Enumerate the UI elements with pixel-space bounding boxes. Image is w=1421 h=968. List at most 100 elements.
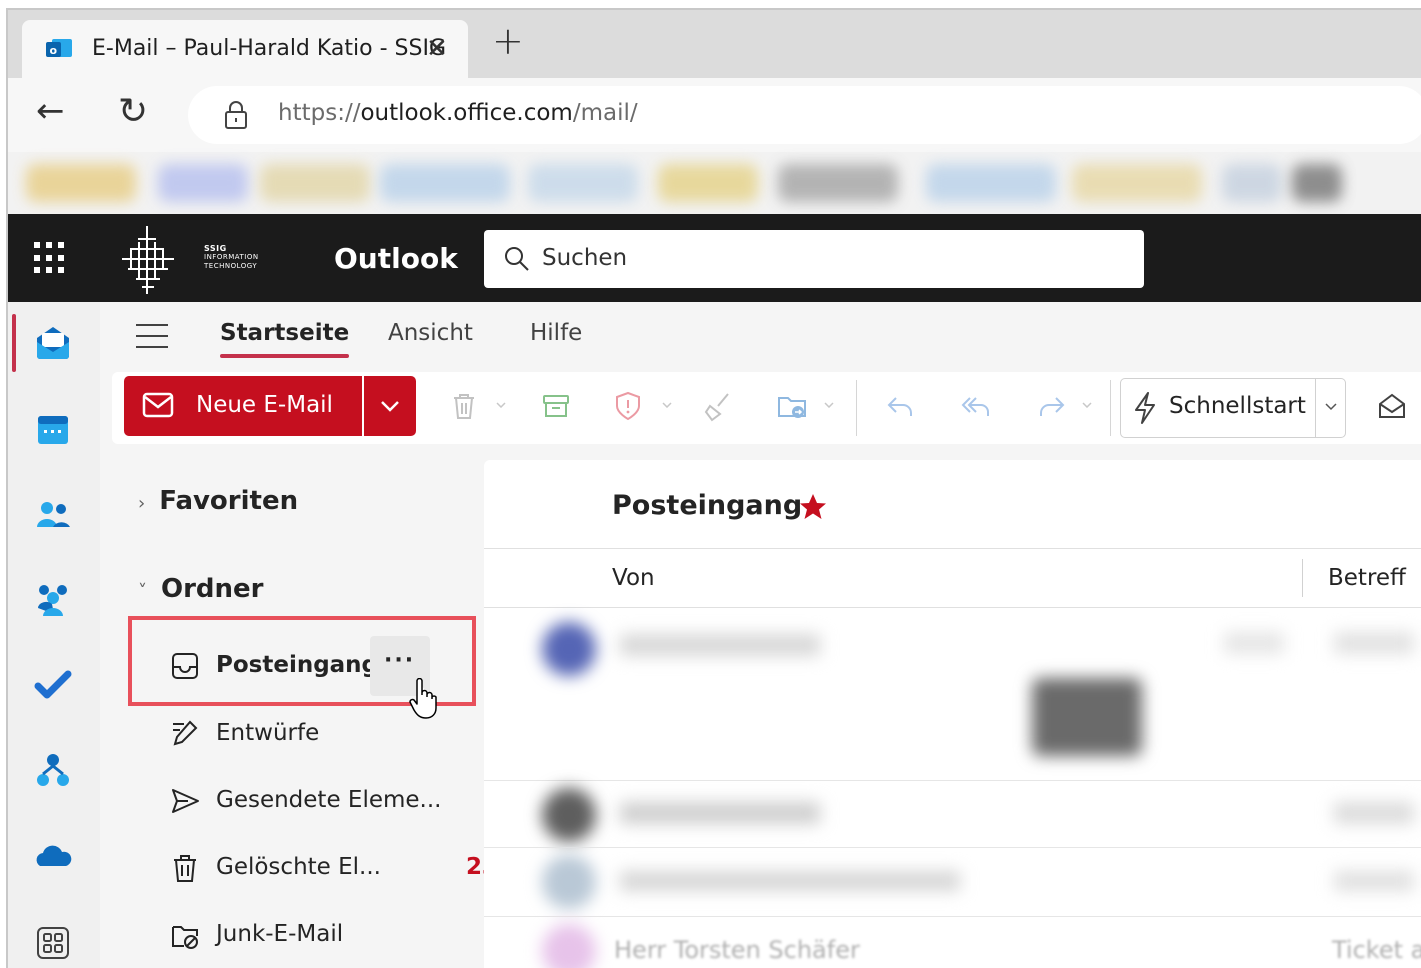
search-input[interactable]: Suchen <box>484 230 1144 288</box>
app-rail <box>8 302 100 968</box>
trash-icon <box>174 855 196 882</box>
lock-icon[interactable] <box>222 100 250 130</box>
bookmark-item[interactable] <box>528 164 638 202</box>
chevron-down-icon <box>381 401 399 412</box>
subject-text <box>1334 802 1414 824</box>
chevron-down-icon[interactable] <box>662 402 672 408</box>
bookmark-item[interactable] <box>778 164 898 202</box>
bookmark-item[interactable] <box>1292 164 1342 202</box>
folders-section[interactable]: ˅ Ordner <box>138 574 264 604</box>
avatar <box>542 622 596 676</box>
new-mail-button[interactable]: Neue E-Mail <box>124 376 362 436</box>
hamburger-menu-icon[interactable] <box>136 324 168 348</box>
column-separator[interactable] <box>1302 559 1303 597</box>
bookmark-item[interactable] <box>926 164 1056 202</box>
subject-text: Ticket a <box>1332 936 1421 964</box>
avatar <box>542 788 596 842</box>
subject-text <box>1334 871 1414 891</box>
bookmark-item[interactable] <box>1072 164 1202 202</box>
quickstart-divider <box>1315 379 1316 437</box>
tab-title: E-Mail – Paul-Harald Katio - SSIG <box>92 36 446 61</box>
move-folder-icon[interactable] <box>776 390 808 422</box>
folder-label: Junk-E-Mail <box>216 921 344 947</box>
message-list: Posteingang Von Betreff Herr Torsten Sch… <box>484 460 1421 968</box>
forward-icon[interactable] <box>1036 390 1068 422</box>
tab-ansicht[interactable]: Ansicht <box>388 320 473 346</box>
new-mail-dropdown[interactable] <box>364 376 416 436</box>
report-shield-icon[interactable] <box>612 390 644 422</box>
hand-cursor-icon <box>409 678 437 719</box>
close-tab-icon[interactable]: ✕ <box>426 34 448 64</box>
blurred-overlay <box>1032 678 1142 756</box>
outlook-favicon-icon: o <box>46 39 72 57</box>
avatar <box>542 924 596 968</box>
app-launcher-icon[interactable] <box>34 242 68 276</box>
delete-icon[interactable] <box>448 390 480 422</box>
favorites-section[interactable]: › Favoriten <box>138 486 298 516</box>
tab-strip: o E-Mail – Paul-Harald Katio - SSIG ✕ + <box>8 10 1421 78</box>
onedrive-app-icon[interactable] <box>32 836 74 878</box>
envelope-icon <box>142 392 174 418</box>
read-unread-icon[interactable] <box>1376 390 1408 422</box>
sweep-broom-icon[interactable] <box>702 390 734 422</box>
mail-app-icon[interactable] <box>32 322 74 364</box>
ribbon-tabs: Startseite Ansicht Hilfe <box>100 302 1421 364</box>
browser-navbar: ← ↻ https://outlook.office.com/mail/ <box>8 78 1421 152</box>
folder-label: Gelöschte El... <box>216 854 381 880</box>
column-subject[interactable]: Betreff <box>1328 565 1406 591</box>
new-tab-button[interactable]: + <box>492 22 524 60</box>
message-row[interactable] <box>484 608 1421 780</box>
tab-hilfe[interactable]: Hilfe <box>530 320 582 346</box>
quickstart-label: Schnellstart <box>1169 393 1306 419</box>
chevron-down-icon[interactable]: ˅ <box>138 581 147 602</box>
org-app-icon[interactable] <box>32 750 74 792</box>
chevron-down-icon[interactable] <box>1082 402 1092 408</box>
bookmark-item[interactable] <box>658 164 758 202</box>
bookmark-item[interactable] <box>1222 164 1282 202</box>
column-from[interactable]: Von <box>612 565 655 591</box>
groups-app-icon[interactable] <box>32 578 74 620</box>
reply-icon[interactable] <box>884 390 916 422</box>
archive-icon[interactable] <box>540 390 572 422</box>
bookmark-item[interactable] <box>260 164 370 202</box>
svg-text:o: o <box>50 44 58 57</box>
subject-text <box>1334 632 1414 654</box>
chevron-down-icon[interactable] <box>1325 403 1337 411</box>
bookmark-item[interactable] <box>26 164 136 202</box>
people-app-icon[interactable] <box>32 494 74 536</box>
favorite-star-icon[interactable] <box>798 492 828 522</box>
message-list-title: Posteingang <box>612 490 803 521</box>
more-apps-icon[interactable] <box>32 922 74 964</box>
lightning-icon <box>1135 392 1155 424</box>
toolbar-separator <box>856 380 857 436</box>
column-header-row: Von Betreff <box>484 548 1421 608</box>
chevron-down-icon[interactable] <box>496 402 506 408</box>
search-icon <box>505 247 529 271</box>
sender-text: Herr Torsten Schäfer <box>614 936 860 964</box>
message-meta <box>1224 632 1284 654</box>
message-row[interactable]: Herr Torsten Schäfer Ticket a <box>484 916 1421 968</box>
chevron-down-icon[interactable] <box>824 402 834 408</box>
bookmarks-bar <box>8 152 1421 214</box>
back-button[interactable]: ← <box>36 94 65 128</box>
send-icon <box>172 789 199 813</box>
folder-label: Gesendete Eleme... <box>216 787 442 813</box>
bookmark-item[interactable] <box>158 164 248 202</box>
chevron-right-icon[interactable]: › <box>138 493 145 514</box>
message-row[interactable] <box>484 780 1421 846</box>
reload-button[interactable]: ↻ <box>118 94 148 130</box>
browser-tab[interactable]: o E-Mail – Paul-Harald Katio - SSIG ✕ <box>22 20 468 78</box>
calendar-app-icon[interactable] <box>32 408 74 450</box>
sender-text <box>620 871 960 891</box>
avatar <box>542 855 596 909</box>
tab-startseite[interactable]: Startseite <box>220 320 350 358</box>
todo-app-icon[interactable] <box>32 664 74 706</box>
url-text: https://outlook.office.com/mail/ <box>278 100 638 126</box>
message-row[interactable] <box>484 847 1421 915</box>
bookmark-item[interactable] <box>380 164 510 202</box>
address-bar[interactable]: https://outlook.office.com/mail/ <box>188 86 1421 144</box>
drafts-icon <box>173 720 198 746</box>
folder-label: Entwürfe <box>216 720 320 746</box>
quickstart-button[interactable]: Schnellstart <box>1120 378 1346 438</box>
reply-all-icon[interactable] <box>960 390 992 422</box>
